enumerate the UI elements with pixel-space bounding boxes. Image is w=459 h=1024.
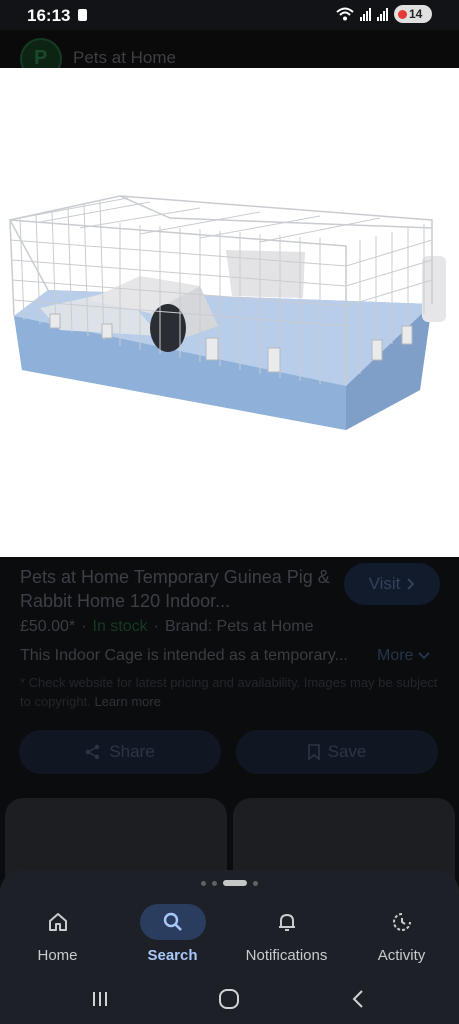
stock-status: In stock	[92, 618, 148, 635]
product-title[interactable]: Pets at Home Temporary Guinea Pig & Rabb…	[20, 565, 330, 613]
bell-icon	[254, 904, 320, 940]
learn-more-link[interactable]: Learn more	[94, 694, 160, 709]
nav-search[interactable]: Search	[115, 904, 230, 974]
share-button[interactable]: Share	[19, 730, 221, 774]
share-icon	[86, 744, 100, 760]
search-icon	[139, 904, 206, 940]
home-icon	[25, 904, 91, 940]
save-button[interactable]: Save	[236, 730, 438, 774]
disclaimer: * Check website for latest pricing and a…	[20, 673, 440, 711]
meta-separator-2: ·	[153, 618, 159, 635]
back-button[interactable]	[338, 984, 378, 1014]
more-label: More	[377, 647, 414, 664]
chevron-right-icon	[407, 578, 415, 590]
product-description: This Indoor Cage is intended as a tempor…	[20, 647, 348, 664]
nav-activity[interactable]: Activity	[344, 904, 459, 974]
lock-icon	[78, 9, 87, 21]
visit-button[interactable]: Visit	[344, 563, 440, 605]
home-system-button[interactable]	[209, 984, 249, 1014]
page-indicator	[0, 880, 459, 886]
status-bar: 16:13 14	[0, 0, 459, 30]
disclaimer-text: * Check website for latest pricing and a…	[20, 675, 438, 709]
save-label: Save	[327, 742, 367, 761]
visit-label: Visit	[368, 574, 401, 593]
meta-separator: ·	[81, 618, 87, 635]
source-name: Pets at Home	[73, 48, 176, 67]
activity-icon	[369, 904, 435, 940]
nav-activity-label: Activity	[377, 947, 426, 964]
back-icon	[352, 990, 363, 1008]
product-meta: £50.00* · In stock · Brand: Pets at Home	[20, 618, 313, 636]
recent-apps-button[interactable]	[80, 984, 120, 1014]
system-navigation	[0, 974, 459, 1024]
status-icons: 14	[336, 5, 432, 23]
signal-icon	[360, 7, 371, 21]
nav-notifications-label: Notifications	[245, 947, 328, 964]
product-image[interactable]	[0, 68, 459, 557]
nav-search-label: Search	[147, 947, 198, 964]
chevron-down-icon	[418, 652, 430, 660]
battery-level: 14	[409, 7, 423, 21]
cage-image	[9, 195, 446, 430]
nav-home-label: Home	[37, 947, 78, 964]
nav-notifications[interactable]: Notifications	[229, 904, 344, 974]
home-circle-icon	[219, 989, 239, 1009]
brand: Brand: Pets at Home	[164, 618, 314, 635]
recent-apps-icon	[93, 992, 107, 1006]
price: £50.00*	[20, 618, 76, 635]
result-details: Pets at Home Temporary Guinea Pig & Rabb…	[0, 557, 459, 908]
wifi-icon	[336, 7, 354, 21]
nav-home[interactable]: Home	[0, 904, 115, 974]
more-button[interactable]: More	[377, 647, 430, 665]
share-label: Share	[109, 742, 155, 761]
source-header[interactable]: P Pets at Home	[0, 30, 459, 80]
signal-icon-2	[377, 7, 388, 21]
battery-warning-icon	[398, 9, 407, 19]
bookmark-icon	[307, 744, 320, 760]
battery-indicator: 14	[394, 5, 432, 23]
status-time: 16:13	[27, 6, 71, 25]
bottom-navigation: Home Search Notifications Activity	[0, 870, 459, 1024]
